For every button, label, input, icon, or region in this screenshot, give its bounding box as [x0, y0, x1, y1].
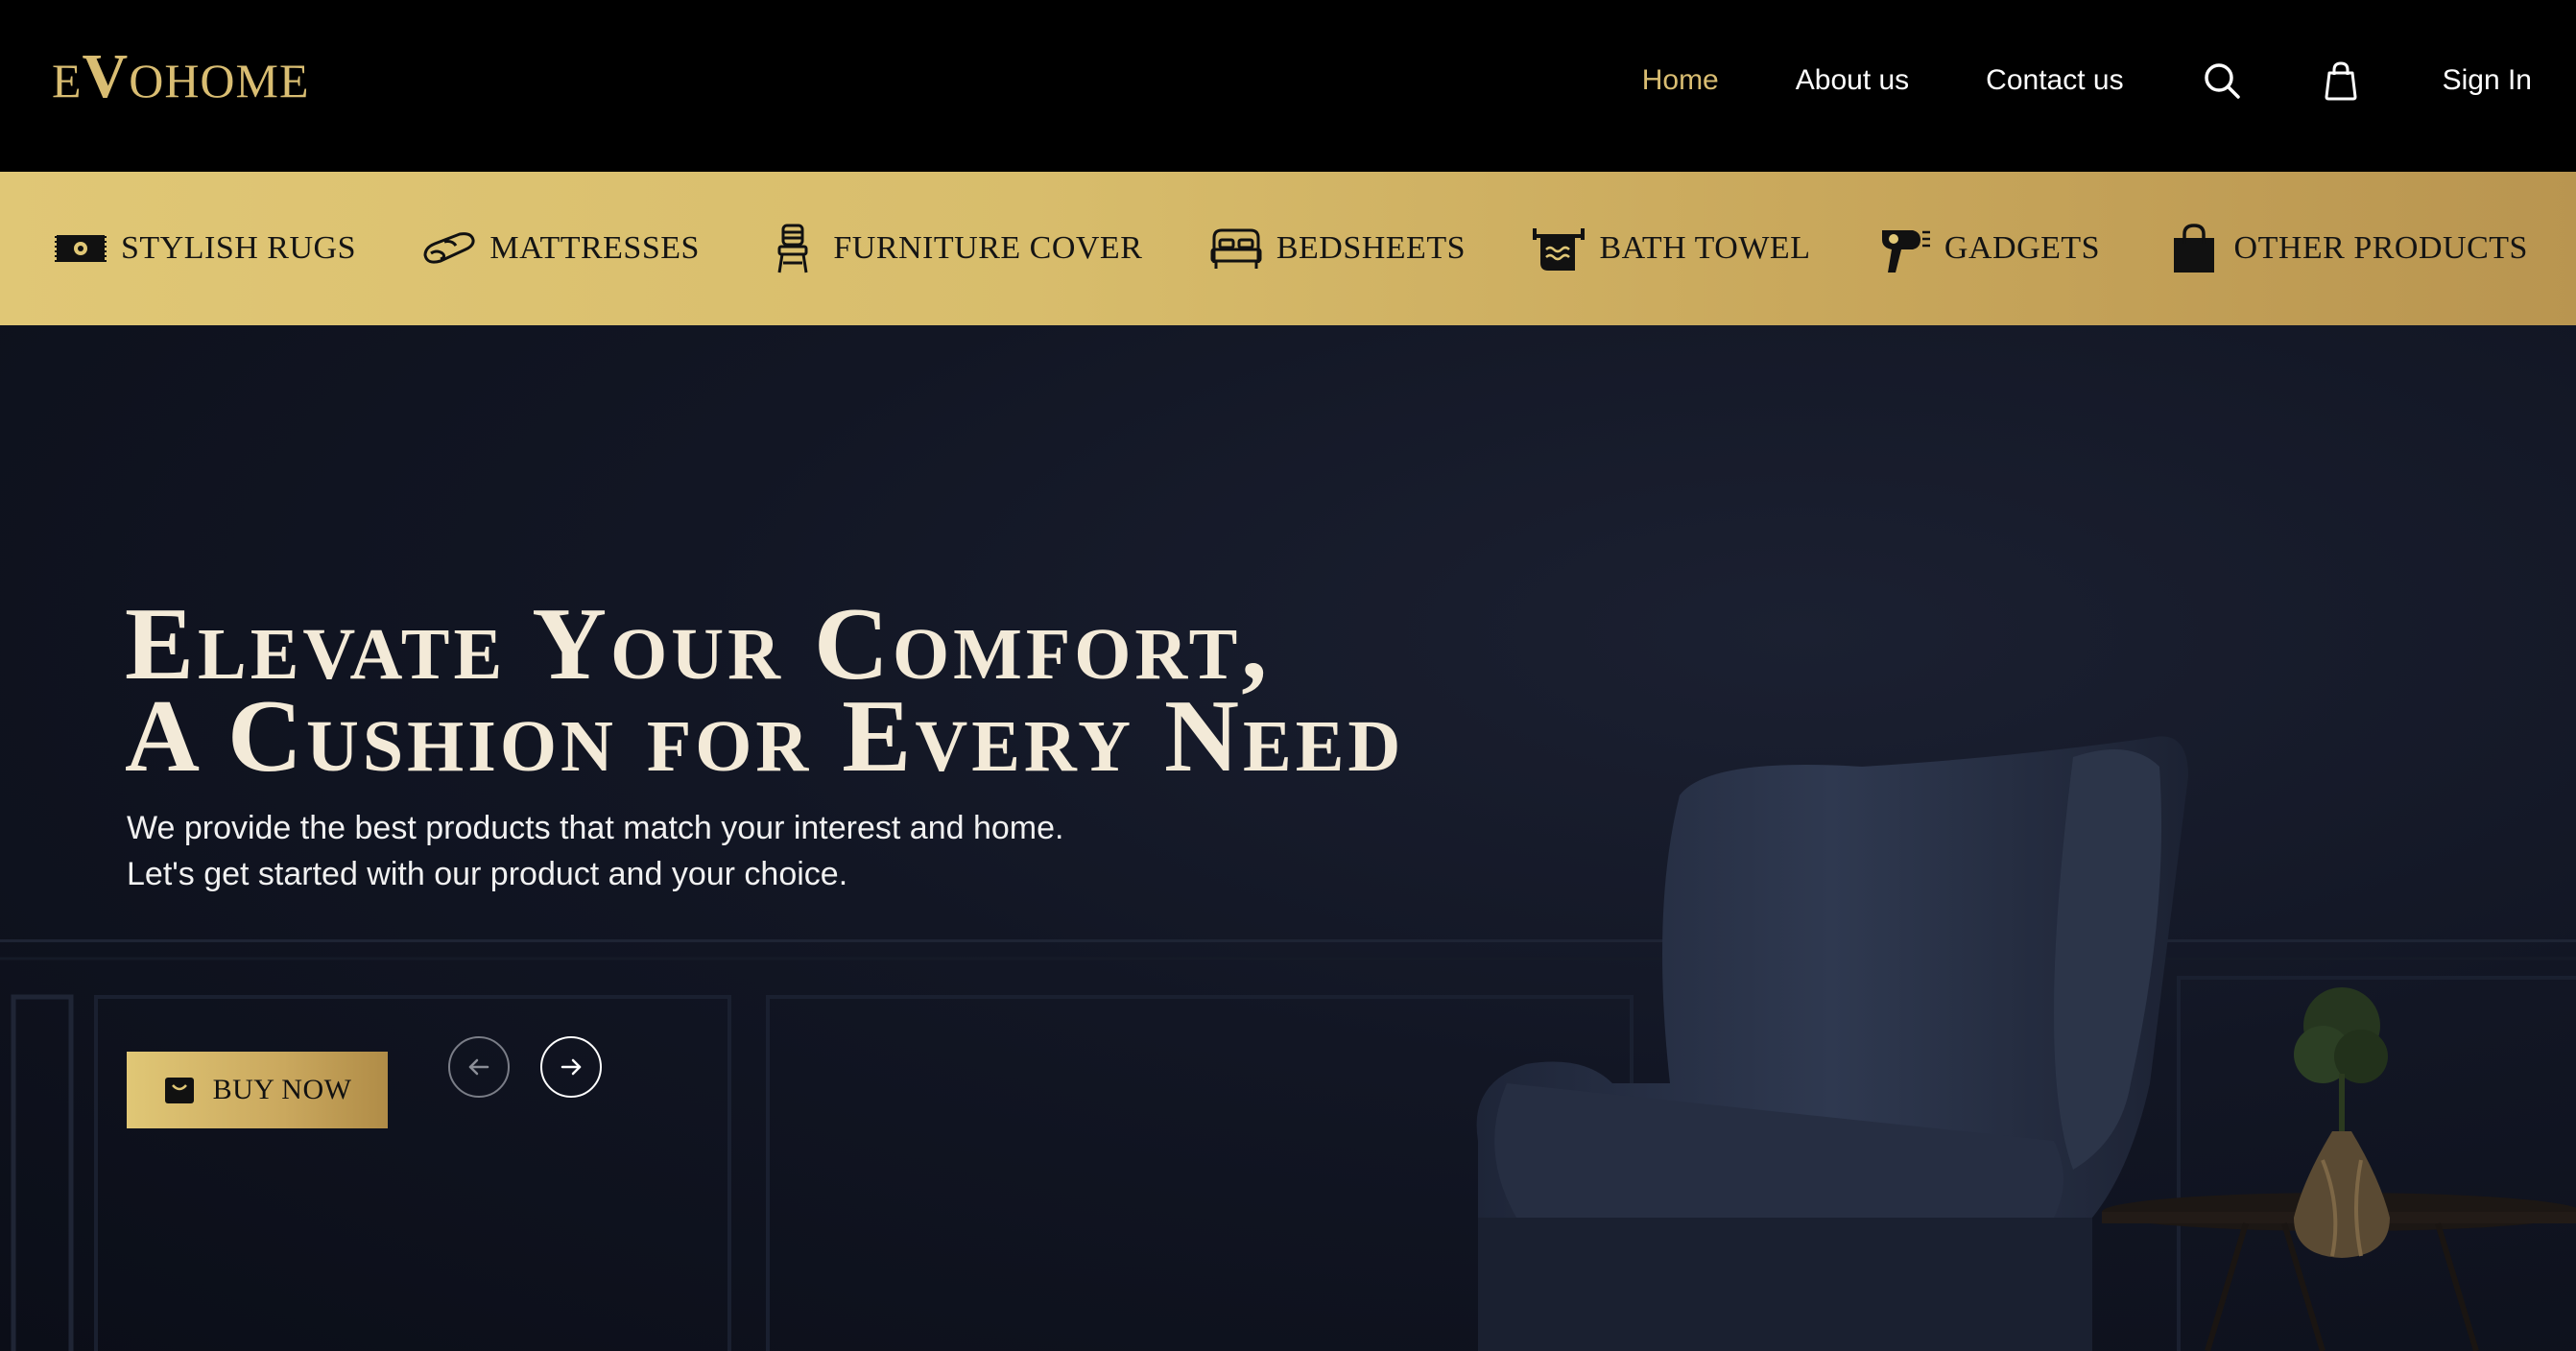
- towel-icon: [1530, 220, 1587, 277]
- hero-subtitle-line-2: Let's get started with our product and y…: [127, 856, 848, 892]
- category-label: STYLISH RUGS: [121, 230, 356, 266]
- search-icon[interactable]: [2201, 59, 2243, 102]
- shopping-bag-icon[interactable]: [2320, 59, 2362, 102]
- nav-link-about[interactable]: About us: [1796, 64, 1909, 97]
- arrow-right-icon: [561, 1058, 582, 1076]
- mattress-icon: [420, 220, 478, 277]
- sign-in-link[interactable]: Sign In: [2443, 64, 2532, 97]
- hero-subtitle-line-1: We provide the best products that match …: [127, 810, 1064, 846]
- category-other-products[interactable]: OTHER PRODUCTS: [2165, 220, 2528, 277]
- category-label: MATTRESSES: [489, 230, 700, 266]
- category-furniture-cover[interactable]: FURNITURE COVER: [764, 220, 1142, 277]
- category-label: GADGETS: [1944, 230, 2101, 266]
- plant-vase-image: [2294, 987, 2390, 1258]
- top-navigation: EVOHOME Home About us Contact us Sign In: [0, 0, 2576, 172]
- hero-banner: Elevate Your Comfort, A Cushion for Ever…: [0, 325, 2576, 1351]
- main-nav: Home About us Contact us Sign In: [1565, 0, 2532, 160]
- hero-title: Elevate Your Comfort, A Cushion for Ever…: [125, 587, 1405, 794]
- category-label: BEDSHEETS: [1276, 230, 1467, 266]
- category-label: FURNITURE COVER: [833, 230, 1143, 266]
- buy-now-button[interactable]: BUY NOW: [127, 1052, 388, 1128]
- bag-icon: [2165, 220, 2223, 277]
- logo-suffix: OHOME: [129, 54, 310, 107]
- logo-prefix: E: [52, 54, 83, 107]
- hero-title-line-1: Elevate Your Comfort,: [125, 587, 1272, 701]
- category-gadgets[interactable]: GADGETS: [1875, 220, 2100, 277]
- category-label: OTHER PRODUCTS: [2233, 230, 2528, 266]
- bed-icon: [1207, 220, 1265, 277]
- buy-now-label: BUY NOW: [212, 1074, 352, 1105]
- nav-link-home[interactable]: Home: [1642, 64, 1719, 97]
- category-bedsheets[interactable]: BEDSHEETS: [1207, 220, 1466, 277]
- category-stylish-rugs[interactable]: STYLISH RUGS: [52, 220, 356, 277]
- chair-icon: [764, 220, 822, 277]
- category-bar: STYLISH RUGS MATTRESSES FURNITURE COVER …: [0, 172, 2576, 325]
- category-bath-towel[interactable]: BATH TOWEL: [1530, 220, 1810, 277]
- carousel-next-button[interactable]: [540, 1036, 602, 1098]
- hero-subtitle: We provide the best products that match …: [127, 805, 1278, 897]
- hero-title-line-2: A Cushion for Every Need: [125, 679, 1405, 794]
- nav-link-contact[interactable]: Contact us: [1986, 64, 2123, 97]
- category-mattresses[interactable]: MATTRESSES: [420, 220, 700, 277]
- shopping-bag-icon: [164, 1078, 194, 1103]
- brand-logo[interactable]: EVOHOME: [52, 42, 310, 115]
- arrow-left-icon: [468, 1058, 489, 1076]
- hair-dryer-icon: [1875, 220, 1933, 277]
- category-label: BATH TOWEL: [1599, 230, 1811, 266]
- rug-icon: [52, 220, 109, 277]
- carousel-prev-button[interactable]: [448, 1036, 510, 1098]
- logo-v: V: [82, 41, 130, 111]
